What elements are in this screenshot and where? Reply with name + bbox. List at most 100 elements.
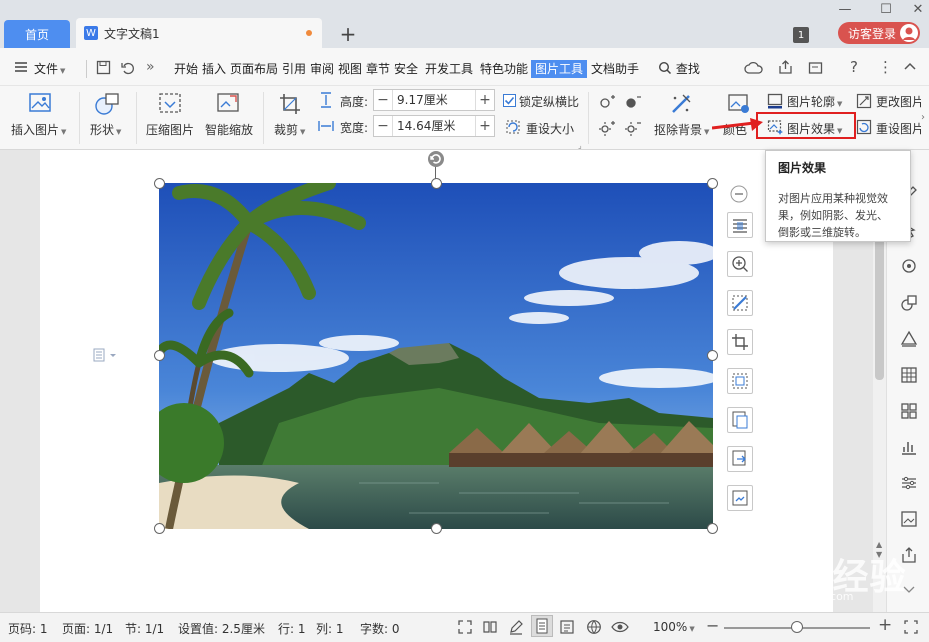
- brightness-down-icon[interactable]: [624, 94, 642, 110]
- web-view-icon[interactable]: [586, 619, 602, 635]
- collapse-ribbon-icon[interactable]: [903, 60, 917, 74]
- zoom-in-button[interactable]: +: [878, 617, 892, 634]
- status-pages[interactable]: 页面: 1/1: [62, 620, 113, 637]
- fullscreen-icon[interactable]: [457, 619, 473, 635]
- menu-picture-tools[interactable]: 图片工具: [531, 60, 588, 78]
- zoom-out-button[interactable]: −: [706, 618, 719, 634]
- menu-reference[interactable]: 引用: [282, 60, 306, 78]
- menu-section[interactable]: 章节: [366, 60, 390, 78]
- menu-doc-assistant[interactable]: 文档助手: [591, 60, 639, 78]
- close-icon[interactable]: ✕: [909, 2, 927, 18]
- search-button[interactable]: 查找: [658, 60, 700, 78]
- resize-handle-bottom[interactable]: [431, 523, 442, 534]
- resize-handle-bottom-right[interactable]: [707, 523, 718, 534]
- tab-home[interactable]: 首页: [4, 20, 70, 48]
- sidebar-location-icon[interactable]: [900, 258, 918, 276]
- page-view-icon[interactable]: [531, 615, 553, 637]
- menu-special[interactable]: 特色功能: [480, 60, 528, 78]
- cloud-icon[interactable]: [744, 60, 764, 76]
- tab-document[interactable]: W 文字文稿1: [76, 18, 322, 48]
- zoom-slider-thumb[interactable]: [791, 621, 803, 633]
- resize-handle-right[interactable]: [707, 350, 718, 361]
- change-picture-icon[interactable]: [856, 93, 872, 109]
- status-row[interactable]: 行: 1: [278, 620, 306, 637]
- float-more-icon[interactable]: [727, 485, 753, 511]
- smart-scale-button[interactable]: 智能缩放: [205, 121, 253, 138]
- sidebar-settings-icon[interactable]: [900, 474, 918, 492]
- remove-background-button[interactable]: 抠除背景 ▼: [654, 121, 709, 138]
- status-words[interactable]: 字数: 0: [360, 620, 400, 637]
- resize-handle-top-left[interactable]: [154, 178, 165, 189]
- menu-insert[interactable]: 插入: [202, 60, 226, 78]
- width-stepper[interactable]: − 14.64厘米 +: [373, 115, 495, 137]
- menu-start[interactable]: 开始: [174, 60, 198, 78]
- window-count-badge[interactable]: 1: [793, 27, 809, 43]
- height-decrease-button[interactable]: −: [374, 90, 392, 110]
- maximize-icon[interactable]: ☐: [877, 2, 895, 18]
- annotate-icon[interactable]: [508, 619, 524, 635]
- lock-ratio-checkbox[interactable]: [503, 94, 516, 107]
- more-icon[interactable]: ⋮: [878, 58, 893, 76]
- crop-button[interactable]: 裁剪 ▼: [274, 121, 305, 138]
- lock-ratio-label[interactable]: 锁定纵横比: [519, 93, 579, 110]
- picture-effects-button[interactable]: 图片效果 ▼: [787, 120, 842, 137]
- magic-edit-icon[interactable]: [727, 290, 753, 316]
- crop-icon[interactable]: [278, 92, 302, 116]
- save-icon[interactable]: [96, 60, 111, 75]
- export-icon[interactable]: [808, 60, 824, 75]
- sidebar-table-icon[interactable]: [900, 366, 918, 384]
- selected-picture[interactable]: [159, 183, 713, 529]
- ribbon-scroll-right-icon[interactable]: ›: [921, 112, 925, 123]
- status-section[interactable]: 节: 1/1: [125, 620, 164, 637]
- brightness-up-icon[interactable]: [598, 94, 616, 110]
- zoom-in-icon[interactable]: [727, 251, 753, 277]
- height-stepper[interactable]: − 9.17厘米 +: [373, 89, 495, 111]
- menu-file[interactable]: 文件 ▼: [34, 60, 65, 78]
- sidebar-fill-icon[interactable]: [900, 330, 918, 348]
- height-input[interactable]: 9.17厘米: [392, 90, 476, 110]
- menu-view[interactable]: 视图: [338, 60, 362, 78]
- float-compress-icon[interactable]: [727, 368, 753, 394]
- login-button[interactable]: 访客登录: [838, 22, 920, 44]
- reset-picture-icon[interactable]: [856, 119, 872, 135]
- minimize-icon[interactable]: —: [836, 2, 854, 18]
- dialog-launcher-icon[interactable]: ⌟: [578, 141, 582, 150]
- shape-button[interactable]: 形状 ▼: [90, 121, 121, 138]
- status-setting[interactable]: 设置值: 2.5厘米: [178, 620, 265, 637]
- new-tab-button[interactable]: +: [338, 24, 358, 44]
- menu-review[interactable]: 审阅: [310, 60, 334, 78]
- rotate-handle-icon[interactable]: [427, 150, 445, 168]
- compress-picture-icon[interactable]: [158, 92, 182, 114]
- picture-outline-icon[interactable]: [767, 93, 783, 109]
- compress-picture-button[interactable]: 压缩图片: [146, 121, 194, 138]
- width-input[interactable]: 14.64厘米: [392, 116, 476, 136]
- outline-view-icon[interactable]: [559, 619, 575, 635]
- width-decrease-button[interactable]: −: [374, 116, 392, 136]
- share-icon[interactable]: [778, 60, 793, 75]
- hamburger-icon[interactable]: [14, 60, 28, 74]
- width-increase-button[interactable]: +: [476, 116, 494, 136]
- change-picture-button[interactable]: 更改图片: [876, 93, 921, 110]
- float-crop-icon[interactable]: [727, 329, 753, 355]
- fit-page-icon[interactable]: [903, 619, 919, 635]
- menu-developer[interactable]: 开发工具: [425, 60, 473, 78]
- collapse-float-icon[interactable]: [730, 185, 748, 203]
- insert-picture-icon[interactable]: [28, 92, 52, 114]
- paragraph-menu-icon[interactable]: [93, 348, 117, 362]
- zoom-level-dropdown[interactable]: 100% ▼: [653, 620, 695, 634]
- picture-outline-button[interactable]: 图片轮廓 ▼: [787, 93, 842, 110]
- reset-picture-button[interactable]: 重设图片: [876, 120, 921, 137]
- reading-mode-icon[interactable]: [482, 619, 498, 635]
- float-convert-icon[interactable]: [727, 446, 753, 472]
- resize-handle-top-right[interactable]: [707, 178, 718, 189]
- reset-size-button[interactable]: 重设大小: [526, 120, 574, 137]
- shape-icon[interactable]: [94, 92, 122, 116]
- remove-background-icon[interactable]: [669, 92, 693, 116]
- smart-scale-icon[interactable]: [216, 92, 240, 114]
- more-chevron-icon[interactable]: »: [146, 59, 155, 75]
- picture-effects-icon[interactable]: [767, 119, 784, 135]
- reset-size-icon[interactable]: [505, 119, 521, 135]
- sidebar-chart-icon[interactable]: [900, 438, 918, 456]
- eye-protection-icon[interactable]: [611, 619, 629, 635]
- status-page[interactable]: 页码: 1: [8, 620, 48, 637]
